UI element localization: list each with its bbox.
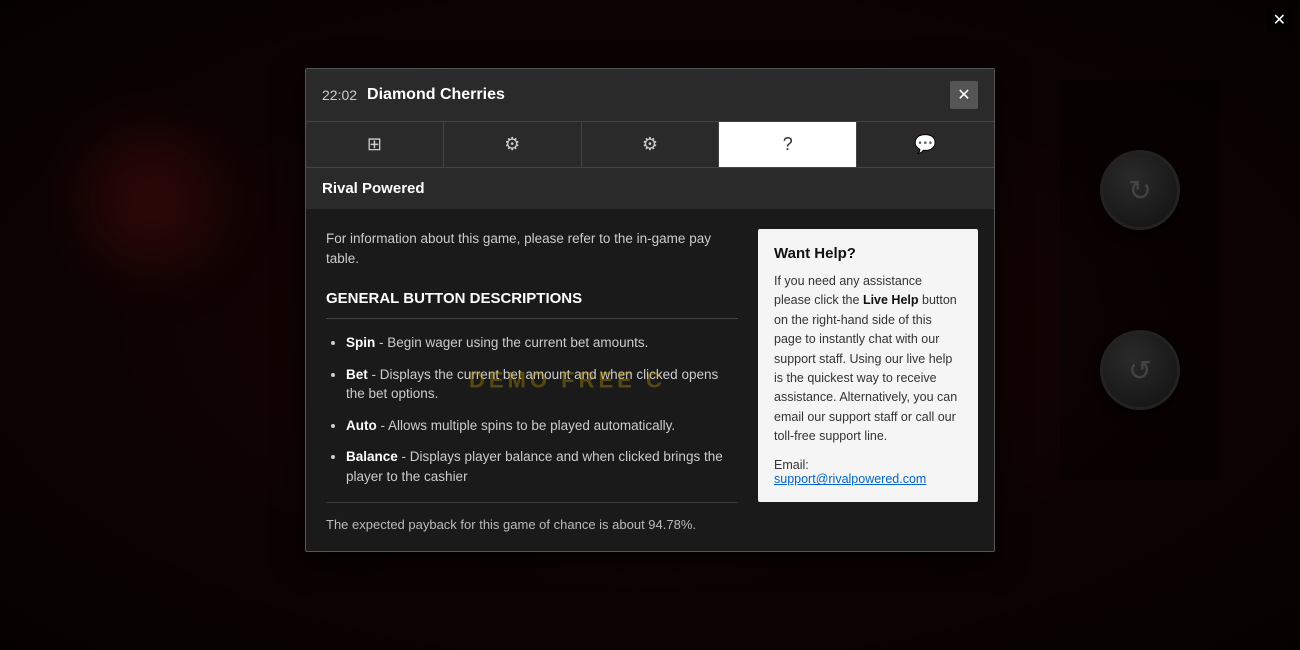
- settings-icon: ⚙: [642, 134, 658, 155]
- help-box: Want Help? If you need any assistance pl…: [758, 229, 978, 502]
- email-link[interactable]: support@rivalpowered.com: [774, 472, 962, 486]
- modal-header: 22:02 Diamond Cherries ✕: [306, 69, 994, 122]
- tab-chat[interactable]: 💬: [857, 122, 994, 167]
- balance-desc: - Displays player balance and when click…: [346, 449, 723, 484]
- bet-label: Bet: [346, 367, 368, 382]
- spin-label: Spin: [346, 335, 375, 350]
- email-label-text: Email:: [774, 458, 809, 472]
- modal-title: Diamond Cherries: [367, 86, 505, 104]
- live-help-link[interactable]: Live Help: [863, 293, 919, 307]
- list-item-spin: Spin - Begin wager using the current bet…: [346, 333, 738, 353]
- help-box-title: Want Help?: [774, 245, 962, 262]
- tab-autoplay[interactable]: ⚙: [444, 122, 582, 167]
- help-body-suffix: button on the right-hand side of this pa…: [774, 293, 957, 443]
- screen-close-button[interactable]: ✕: [1267, 8, 1292, 32]
- help-box-body: If you need any assistance please click …: [774, 272, 962, 446]
- spin-desc: - Begin wager using the current bet amou…: [379, 335, 648, 350]
- auto-label: Auto: [346, 418, 377, 433]
- divider: [326, 318, 738, 319]
- modal-overlay: 22:02 Diamond Cherries ✕ ⊞ ⚙ ⚙ ? 💬: [0, 0, 1300, 650]
- list-item-auto: Auto - Allows multiple spins to be playe…: [346, 416, 738, 436]
- tab-settings[interactable]: ⚙: [582, 122, 720, 167]
- balance-label: Balance: [346, 449, 398, 464]
- help-icon: ?: [783, 134, 793, 155]
- section-header: Rival Powered: [306, 168, 994, 209]
- modal-content-area: DEMO FREE C For information about this g…: [306, 209, 994, 551]
- tab-paytable[interactable]: ⊞: [306, 122, 444, 167]
- main-content[interactable]: DEMO FREE C For information about this g…: [306, 209, 758, 551]
- section-header-text: Rival Powered: [322, 180, 425, 197]
- help-modal: 22:02 Diamond Cherries ✕ ⊞ ⚙ ⚙ ? 💬: [305, 68, 995, 552]
- modal-time: 22:02: [322, 87, 357, 103]
- tab-bar: ⊞ ⚙ ⚙ ? 💬: [306, 122, 994, 168]
- email-label: Email:: [774, 458, 962, 472]
- auto-desc: - Allows multiple spins to be played aut…: [381, 418, 676, 433]
- bet-desc: - Displays the current bet amount and wh…: [346, 367, 718, 402]
- general-button-title: GENERAL BUTTON DESCRIPTIONS: [326, 288, 738, 311]
- chat-icon: 💬: [914, 134, 936, 155]
- payback-text: The expected payback for this game of ch…: [326, 502, 738, 535]
- button-descriptions-list: Spin - Begin wager using the current bet…: [326, 333, 738, 486]
- autoplay-icon: ⚙: [504, 134, 520, 155]
- paytable-icon: ⊞: [367, 134, 382, 155]
- modal-title-area: 22:02 Diamond Cherries: [322, 86, 505, 104]
- modal-close-button[interactable]: ✕: [950, 81, 978, 109]
- list-item-bet: Bet - Displays the current bet amount an…: [346, 365, 738, 404]
- intro-text: For information about this game, please …: [326, 229, 738, 270]
- list-item-balance: Balance - Displays player balance and wh…: [346, 447, 738, 486]
- tab-help[interactable]: ?: [719, 122, 857, 167]
